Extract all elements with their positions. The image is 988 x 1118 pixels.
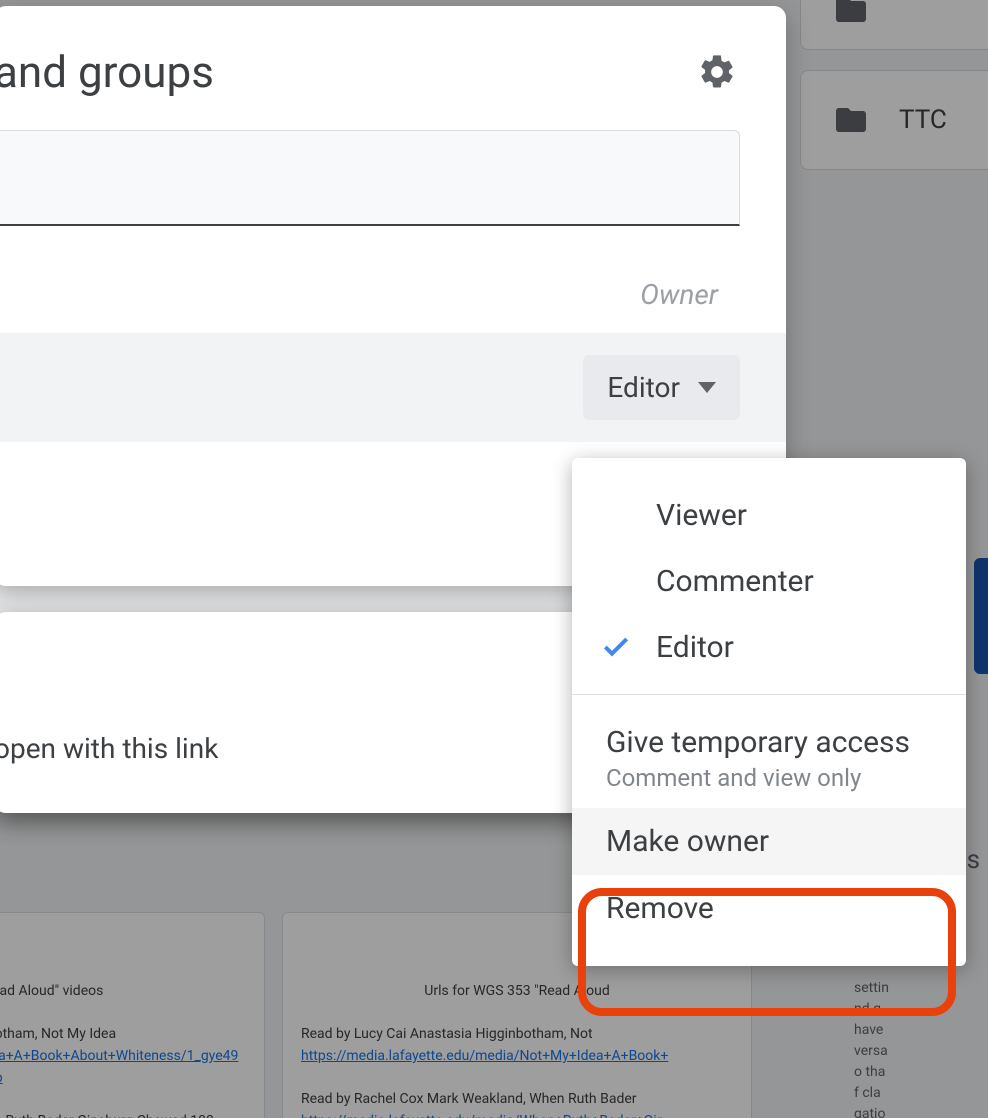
role-menu: Viewer Commenter Editor Give temporary a… (572, 458, 966, 966)
role-label: Editor (607, 371, 680, 404)
menu-item-temporary-access[interactable]: Give temporary access Comment and view o… (572, 709, 966, 808)
settings-button[interactable] (694, 49, 740, 95)
check-icon (596, 631, 636, 663)
menu-label: Make owner (606, 824, 769, 859)
menu-item-remove[interactable]: Remove (572, 875, 966, 942)
menu-label: Remove (606, 891, 714, 926)
menu-item-make-owner[interactable]: Make owner (572, 808, 966, 875)
menu-label: Viewer (656, 498, 942, 533)
menu-sublabel: Comment and view only (606, 764, 861, 792)
owner-label: Owner (640, 278, 718, 311)
role-dropdown[interactable]: Editor (583, 355, 740, 420)
menu-separator (572, 694, 966, 695)
dialog-title: and groups (0, 46, 214, 98)
gear-icon (697, 52, 737, 92)
menu-item-editor[interactable]: Editor (572, 614, 966, 680)
menu-label: Give temporary access (606, 725, 910, 760)
people-input[interactable] (0, 130, 740, 226)
menu-label: Commenter (656, 564, 942, 599)
menu-item-commenter[interactable]: Commenter (572, 548, 966, 614)
menu-label: Editor (656, 630, 942, 665)
chevron-down-icon (698, 382, 716, 393)
menu-item-viewer[interactable]: Viewer (572, 482, 966, 548)
